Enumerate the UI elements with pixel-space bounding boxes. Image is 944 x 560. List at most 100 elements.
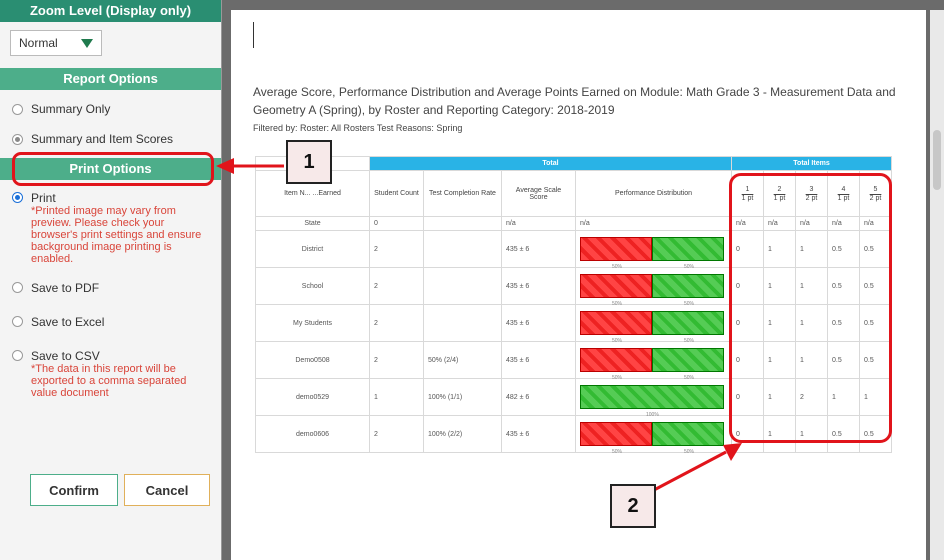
summary-only-radio[interactable]: Summary Only — [0, 96, 221, 122]
table-cell: demo0529 — [255, 378, 370, 416]
table-cell: District — [255, 230, 370, 268]
table-cell: 435 ± 6 — [501, 267, 576, 305]
perf-cell: 50% 50% — [575, 304, 732, 344]
radio-icon — [12, 316, 23, 327]
table-cell: 2 — [369, 267, 424, 305]
table-cell — [423, 267, 502, 305]
perf-label: 50% — [684, 449, 695, 455]
print-radio[interactable]: Print *Printed image may vary from previ… — [0, 186, 221, 270]
table-cell: n/a — [501, 216, 576, 231]
perf-red-segment — [580, 274, 652, 298]
performance-bar: 50% 50% — [580, 348, 724, 381]
scrollbar[interactable] — [930, 10, 944, 560]
table-cell: 2 — [369, 304, 424, 342]
perf-label: 100% — [646, 412, 659, 418]
cancel-button[interactable]: Cancel — [124, 474, 210, 506]
perf-label: 50% — [612, 375, 623, 381]
table-cell: 100% (1/1) — [423, 378, 502, 416]
perf-label: 50% — [684, 375, 695, 381]
highlight-box-1 — [12, 152, 214, 186]
print-note: *Printed image may vary from preview. Pl… — [31, 205, 202, 265]
perf-green-segment — [652, 237, 724, 261]
perf-green-segment — [652, 348, 724, 372]
perf-green-segment — [652, 311, 724, 335]
perf-green-segment — [652, 422, 724, 446]
table-cell: School — [255, 267, 370, 305]
perf-red-segment — [580, 348, 652, 372]
table-cell: demo0606 — [255, 415, 370, 453]
col-header-count: Student Count — [369, 170, 424, 217]
table-cell: 2 — [369, 230, 424, 268]
scroll-thumb[interactable] — [933, 130, 941, 190]
chevron-down-icon — [81, 38, 93, 48]
perf-cell: 50% 50% — [575, 230, 732, 270]
perf-label: 50% — [684, 264, 695, 270]
summary-only-label: Summary Only — [31, 102, 111, 116]
save-pdf-label: Save to PDF — [31, 281, 100, 295]
zoom-value: Normal — [19, 36, 58, 50]
table-cell: 435 ± 6 — [501, 230, 576, 268]
print-label: Print — [31, 191, 56, 205]
table-cell: Demo0508 — [255, 341, 370, 379]
perf-cell: 100% — [575, 378, 732, 418]
perf-label: 50% — [684, 338, 695, 344]
radio-icon — [12, 350, 23, 361]
perf-label: 50% — [612, 449, 623, 455]
performance-bar: 50% 50% — [580, 422, 724, 455]
radio-icon — [12, 104, 23, 115]
table-cell: State — [255, 216, 370, 231]
report-filter: Filtered by: Roster: All Rosters Test Re… — [253, 123, 463, 133]
zoom-select[interactable]: Normal — [10, 30, 102, 56]
performance-bar: 50% 50% — [580, 311, 724, 344]
zoom-heading: Zoom Level (Display only) — [0, 0, 221, 22]
perf-label: 50% — [684, 301, 695, 307]
col-header-rate: Test Completion Rate — [423, 170, 502, 217]
col-header-perf: Performance Distribution — [575, 170, 732, 217]
perf-green-segment — [652, 274, 724, 298]
csv-note: *The data in this report will be exporte… — [31, 363, 187, 399]
callout-1: 1 — [286, 140, 332, 184]
table-cell: 435 ± 6 — [501, 304, 576, 342]
perf-label: 50% — [612, 264, 623, 270]
report-options-heading: Report Options — [0, 68, 221, 90]
perf-red-segment — [580, 237, 652, 261]
table-cell — [423, 216, 502, 231]
radio-icon — [12, 282, 23, 293]
confirm-button[interactable]: Confirm — [30, 474, 118, 506]
table-cell: 2 — [369, 341, 424, 379]
table-cell: 435 ± 6 — [501, 341, 576, 379]
summary-and-item-scores-radio[interactable]: Summary and Item Scores — [0, 126, 221, 152]
performance-bar: 50% 50% — [580, 237, 724, 270]
save-excel-radio[interactable]: Save to Excel — [0, 310, 221, 334]
radio-selected-icon — [12, 134, 23, 145]
table-cell: 100% (2/2) — [423, 415, 502, 453]
performance-bar: 100% — [580, 385, 724, 418]
perf-cell: n/a — [575, 216, 732, 231]
report-title: Average Score, Performance Distribution … — [253, 85, 896, 117]
options-panel: Zoom Level (Display only) Normal Report … — [0, 0, 222, 560]
highlight-box-2 — [729, 173, 892, 443]
save-excel-label: Save to Excel — [31, 315, 105, 329]
table-cell — [423, 230, 502, 268]
table-cell — [423, 304, 502, 342]
band-total: Total — [369, 156, 732, 171]
table-cell: My Students — [255, 304, 370, 342]
band-items: Total Items — [731, 156, 892, 171]
performance-bar: 50% 50% — [580, 274, 724, 307]
radio-selected-icon — [12, 192, 23, 203]
callout-2: 2 — [610, 484, 656, 528]
text-cursor — [253, 22, 254, 48]
perf-cell: 50% 50% — [575, 341, 732, 381]
perf-cell: 50% 50% — [575, 415, 732, 455]
perf-red-segment — [580, 422, 652, 446]
table-cell: 482 ± 6 — [501, 378, 576, 416]
save-csv-label: Save to CSV — [31, 349, 100, 363]
table-cell: 2 — [369, 415, 424, 453]
save-csv-radio[interactable]: Save to CSV *The data in this report wil… — [0, 344, 221, 404]
perf-green-segment — [580, 385, 724, 409]
save-pdf-radio[interactable]: Save to PDF — [0, 276, 221, 300]
perf-cell: 50% 50% — [575, 267, 732, 307]
summary-and-item-scores-label: Summary and Item Scores — [31, 132, 174, 146]
table-cell: 435 ± 6 — [501, 415, 576, 453]
table-cell: 1 — [369, 378, 424, 416]
